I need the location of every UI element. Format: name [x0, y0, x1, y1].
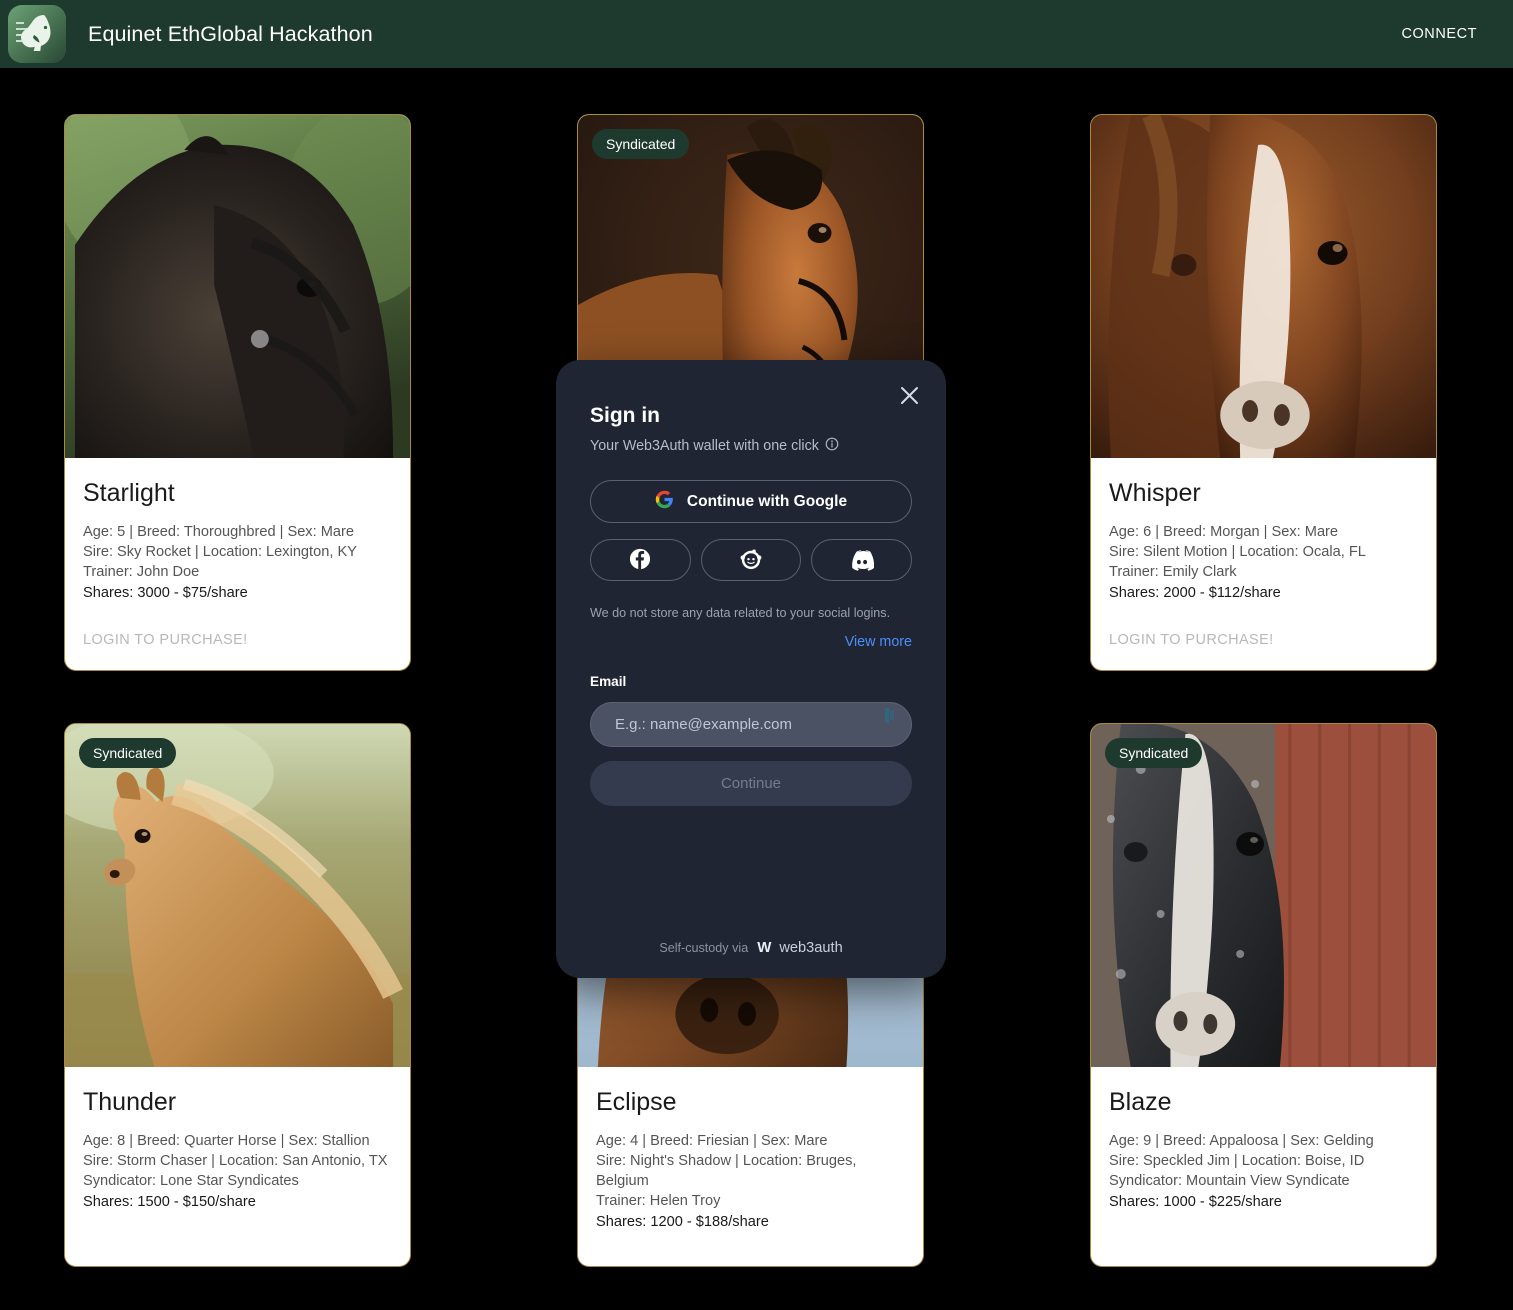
footer-brand: web3auth: [779, 939, 843, 956]
horse-meta: Age: 8 | Breed: Quarter Horse | Sex: Sta…: [83, 1131, 392, 1213]
horse-meta-line2: Sire: Speckled Jim | Location: Boise, ID: [1109, 1152, 1365, 1169]
social-login-row: [590, 539, 913, 581]
horse-meta-line3: Trainer: Emily Clark: [1109, 564, 1237, 581]
info-circle-icon[interactable]: [825, 437, 839, 455]
email-input-wrapper: [590, 689, 912, 747]
modal-footer: Self-custody via W web3auth: [556, 939, 946, 956]
horse-meta-line2: Sire: Night's Shadow | Location: Bruges,…: [596, 1152, 857, 1189]
horse-meta: Age: 5 | Breed: Thoroughbred | Sex: Mare…: [83, 522, 392, 604]
horse-meta-line3: Syndicator: Lone Star Syndicates: [83, 1172, 299, 1189]
connect-button[interactable]: CONNECT: [1389, 16, 1489, 52]
view-more-link[interactable]: View more: [590, 634, 912, 650]
horse-meta-line2: Sire: Storm Chaser | Location: San Anton…: [83, 1152, 388, 1169]
horse-name: Thunder: [83, 1087, 177, 1116]
horse-meta: Age: 6 | Breed: Morgan | Sex: Mare Sire:…: [1109, 522, 1418, 604]
horse-meta-line1: Age: 5 | Breed: Thoroughbred | Sex: Mare: [83, 524, 354, 540]
horse-photo: Syndicated: [65, 723, 410, 1067]
horse-meta-line1: Age: 6 | Breed: Morgan | Sex: Mare: [1109, 524, 1339, 540]
horse-card-body: Eclipse Age: 4 | Breed: Friesian | Sex: …: [578, 1067, 923, 1267]
horse-card-starlight[interactable]: Starlight Age: 5 | Breed: Thoroughbred |…: [64, 114, 411, 671]
app-header: Equinet EthGlobal Hackathon CONNECT: [0, 0, 1513, 68]
horse-meta: Age: 9 | Breed: Appaloosa | Sex: Gelding…: [1109, 1131, 1418, 1213]
horse-photo: [65, 115, 410, 458]
modal-subtitle-row: Your Web3Auth wallet with one click: [590, 437, 912, 455]
horse-shares: Shares: 3000 - $75/share: [83, 585, 248, 602]
horse-card-body: Blaze Age: 9 | Breed: Appaloosa | Sex: G…: [1091, 1067, 1436, 1267]
login-to-purchase-button[interactable]: LOGIN TO PURCHASE!: [83, 604, 392, 670]
horse-card-blaze[interactable]: Syndicated Blaze Age: 9 | Breed: Appaloo…: [1090, 722, 1437, 1268]
google-button-label: Continue with Google: [686, 492, 848, 510]
status-badge: Syndicated: [592, 129, 690, 159]
sign-in-modal: Sign in Your Web3Auth wallet with one cl…: [556, 360, 946, 978]
horse-card-whisper[interactable]: Whisper Age: 6 | Breed: Morgan | Sex: Ma…: [1090, 114, 1437, 671]
horse-card-body: Thunder Age: 8 | Breed: Quarter Horse | …: [65, 1067, 410, 1267]
login-to-purchase-button[interactable]: LOGIN TO PURCHASE!: [1109, 604, 1418, 670]
horse-photo: [1091, 115, 1436, 458]
horse-name: Eclipse: [596, 1087, 677, 1116]
horse-meta-line3: Syndicator: Mountain View Syndicate: [1109, 1172, 1350, 1189]
continue-with-google-button[interactable]: Continue with Google: [590, 480, 912, 523]
horse-shares: Shares: 2000 - $112/share: [1109, 585, 1281, 602]
horse-shares: Shares: 1000 - $225/share: [1109, 1193, 1282, 1210]
reddit-icon: [740, 548, 762, 573]
horse-meta-line3: Trainer: John Doe: [83, 564, 200, 581]
discord-login-button[interactable]: [811, 539, 913, 581]
horse-head-logo-icon: [8, 5, 66, 63]
horse-card-body: Whisper Age: 6 | Breed: Morgan | Sex: Ma…: [1091, 458, 1436, 670]
footer-text: Self-custody via: [659, 940, 749, 955]
reddit-login-button[interactable]: [700, 539, 802, 581]
horse-photo: Syndicated: [1091, 723, 1436, 1067]
close-icon[interactable]: [894, 380, 924, 410]
horse-shares: Shares: 1500 - $150/share: [83, 1193, 256, 1210]
horse-name: Blaze: [1109, 1087, 1172, 1116]
discord-icon: [850, 547, 874, 574]
horse-meta-line1: Age: 9 | Breed: Appaloosa | Sex: Gelding: [1109, 1132, 1374, 1149]
horse-meta-line2: Sire: Sky Rocket | Location: Lexington, …: [83, 544, 357, 561]
horse-meta-line1: Age: 8 | Breed: Quarter Horse | Sex: Sta…: [83, 1132, 370, 1149]
horse-meta-line3: Trainer: Helen Troy: [596, 1192, 721, 1209]
modal-subtitle: Your Web3Auth wallet with one click: [590, 438, 819, 454]
facebook-login-button[interactable]: [590, 539, 691, 581]
email-label: Email: [590, 674, 627, 689]
horse-meta-line2: Sire: Silent Motion | Location: Ocala, F…: [1109, 544, 1366, 561]
status-badge: Syndicated: [79, 737, 177, 768]
status-badge: Syndicated: [1105, 737, 1203, 768]
social-login-disclaimer: We do not store any data related to your…: [590, 606, 891, 620]
modal-title: Sign in: [590, 404, 660, 427]
page-title: Equinet EthGlobal Hackathon: [88, 21, 373, 46]
horse-card-thunder[interactable]: Syndicated Thunder Age: 8 | Breed: Quart…: [64, 722, 411, 1268]
facebook-icon: [629, 548, 651, 573]
horse-shares: Shares: 1200 - $188/share: [596, 1214, 769, 1230]
horse-name: Starlight: [83, 479, 175, 507]
horse-card-body: Starlight Age: 5 | Breed: Thoroughbred |…: [65, 458, 410, 670]
email-input[interactable]: [590, 702, 912, 747]
horse-meta: Age: 4 | Breed: Friesian | Sex: Mare Sir…: [596, 1131, 905, 1233]
horse-name: Whisper: [1109, 479, 1201, 507]
horse-meta-line1: Age: 4 | Breed: Friesian | Sex: Mare: [596, 1132, 828, 1149]
continue-button[interactable]: Continue: [590, 761, 912, 806]
google-icon: [655, 490, 674, 514]
web3auth-logo-icon: W: [757, 939, 771, 956]
